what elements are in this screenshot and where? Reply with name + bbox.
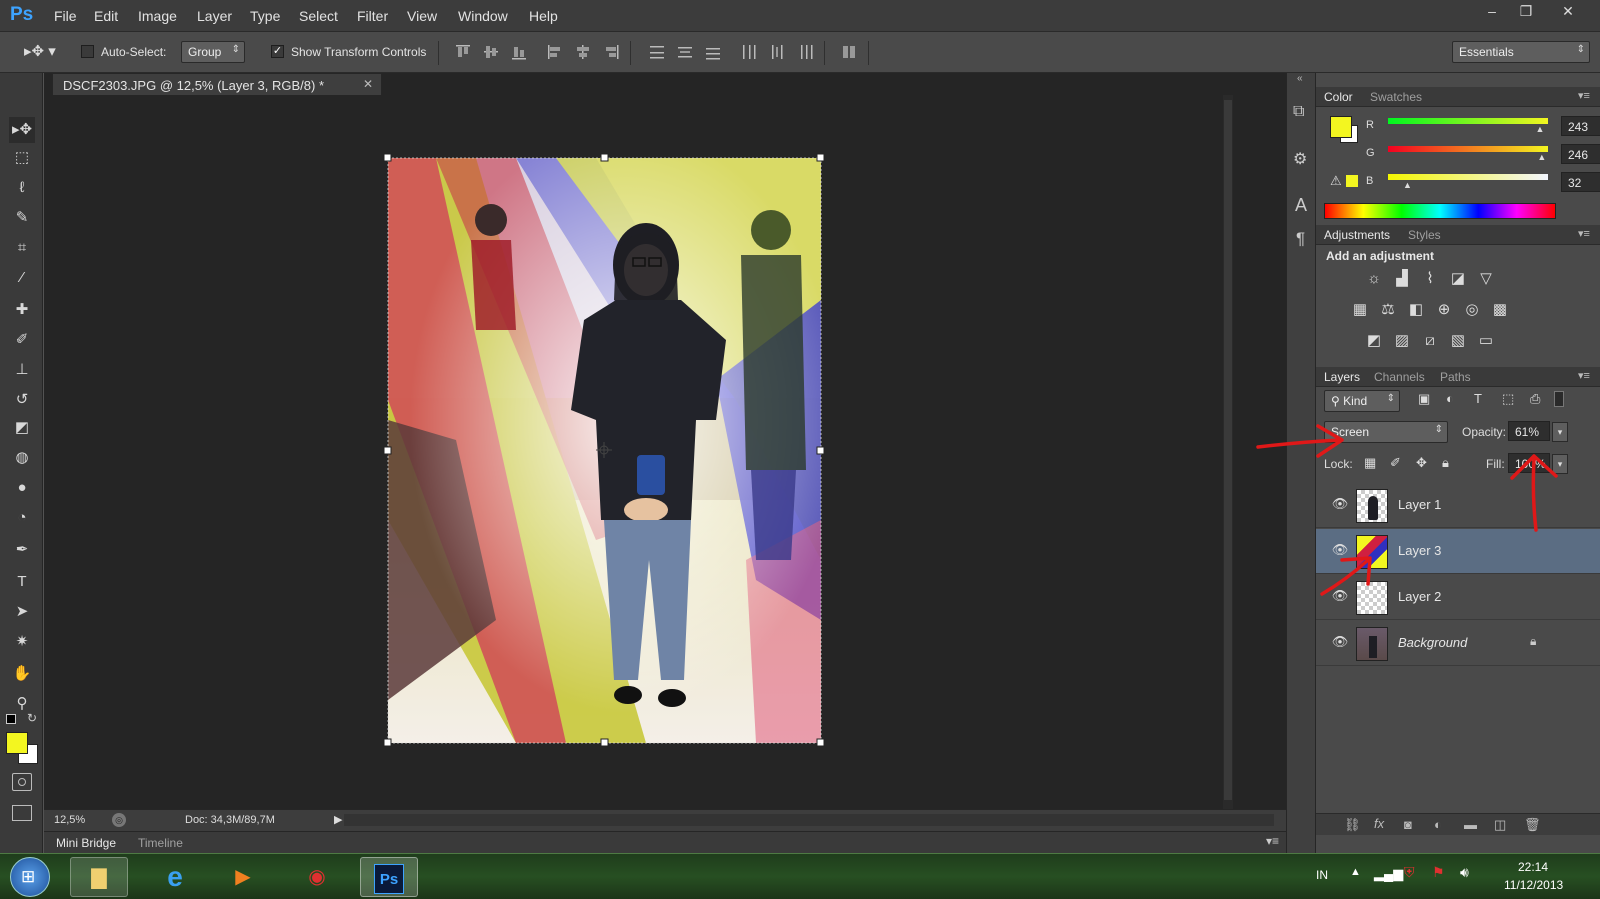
show-hidden-icons-icon[interactable]: ▲ (1350, 866, 1361, 878)
ie-taskbar-button[interactable]: e (146, 857, 204, 897)
swirl-app-icon: ◉ (308, 866, 326, 888)
photoshop-window: Ps File Edit Image Layer Type Select Fil… (0, 0, 1600, 899)
antivirus-icon[interactable]: ⛨ (1404, 864, 1415, 881)
media-player-taskbar-button[interactable]: ▶ (214, 857, 272, 897)
volume-icon[interactable]: 🔊︎ (1460, 864, 1469, 881)
internet-explorer-icon: e (167, 861, 183, 892)
annotation-arrows (1256, 424, 1558, 596)
start-button[interactable]: ⊞ (10, 857, 50, 897)
photoshop-taskbar-button[interactable]: Ps (360, 857, 418, 897)
clock-time[interactable]: 22:14 (1518, 860, 1548, 874)
network-icon[interactable]: ▂▄▆ (1374, 866, 1403, 882)
folder-icon: ▇ (91, 867, 107, 889)
photoshop-icon: Ps (374, 864, 404, 894)
clock-date[interactable]: 11/12/2013 (1504, 878, 1563, 892)
app-taskbar-button[interactable]: ◉ (288, 857, 346, 897)
language-indicator[interactable]: IN (1316, 868, 1328, 882)
explorer-taskbar-button[interactable]: ▇ (70, 857, 128, 897)
action-center-icon[interactable]: ⚑ (1432, 864, 1445, 881)
windows-taskbar: ⊞ ▇ e ▶ ◉ Ps IN ▲ ▂▄▆ ⛨ ⚑ 🔊︎ 22:14 11/12… (0, 853, 1600, 899)
media-player-icon: ▶ (235, 866, 251, 888)
windows-logo-icon: ⊞ (21, 867, 36, 886)
